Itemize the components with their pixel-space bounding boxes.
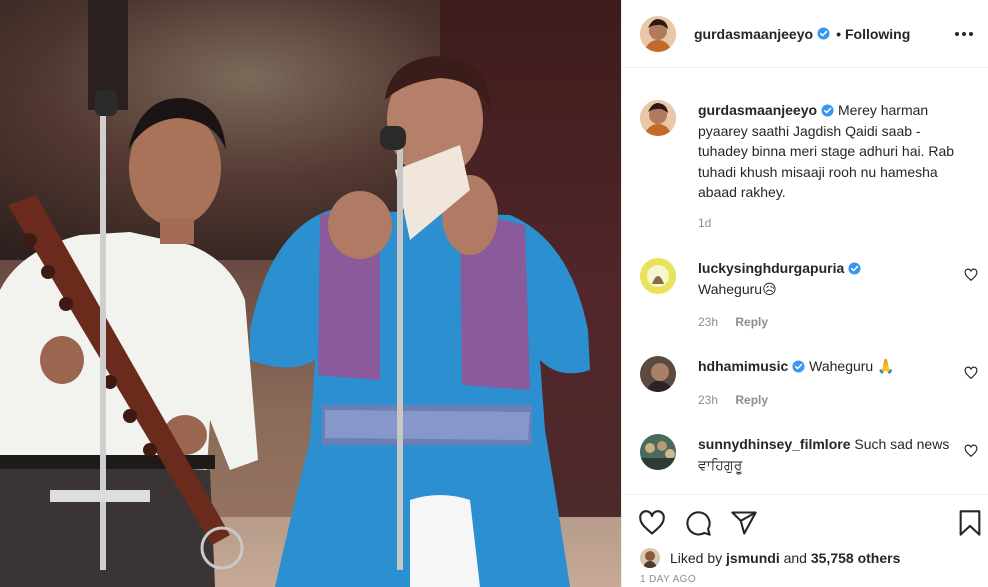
comment-text: Waheguru😥 (698, 280, 777, 297)
comment-like-heart-icon[interactable] (964, 268, 978, 282)
likes-prefix: Liked by (670, 550, 723, 566)
post-timestamp[interactable]: 1 DAY AGO (640, 574, 696, 585)
post-photo[interactable] (0, 0, 621, 587)
verified-badge-icon (792, 360, 805, 373)
instagram-post: gurdasmaanjeeyo • Following gurdasmaanje… (0, 0, 988, 587)
comment-username[interactable]: hdhamimusic (698, 358, 788, 374)
following-button[interactable]: Following (845, 26, 910, 42)
comment-avatar-image (640, 356, 676, 392)
comment-meta: 23h Reply (698, 315, 768, 329)
post-header: gurdasmaanjeeyo • Following (622, 0, 988, 68)
caption-meta: 1d (698, 216, 711, 230)
comment-body: luckysinghdurgapuria Waheguru😥 (698, 258, 958, 299)
paper-plane-icon[interactable] (730, 509, 758, 537)
likes-summary: Liked by jsmundi and 35,758 others (640, 548, 900, 568)
comment-avatar[interactable] (640, 434, 676, 470)
photo-illustration (0, 0, 590, 587)
comment-age[interactable]: 23h (698, 315, 718, 329)
comment-body: sunnydhinsey_filmlore Such sad news ਵਾਹਿ… (698, 434, 958, 475)
caption-username[interactable]: gurdasmaanjeeyo (698, 102, 817, 118)
comment-item: hdhamimusic Waheguru 🙏 23h Reply (640, 356, 980, 426)
comment-bubble-icon[interactable] (684, 509, 712, 537)
comment-avatar[interactable] (640, 356, 676, 392)
likes-middle: and (783, 550, 807, 566)
more-options-button[interactable] (952, 22, 976, 46)
comment-item: luckysinghdurgapuria Waheguru😥 23h Reply (640, 258, 980, 338)
comments-list[interactable]: gurdasmaanjeeyo Merey harman pyaarey saa… (622, 76, 988, 496)
author-username[interactable]: gurdasmaanjeeyo (694, 26, 813, 42)
comment-body: hdhamimusic Waheguru 🙏 (698, 356, 958, 377)
more-options-icon (955, 32, 973, 36)
comment-like-heart-icon[interactable] (964, 444, 978, 458)
author-avatar[interactable] (640, 15, 676, 52)
verified-badge-icon (821, 104, 834, 117)
caption-author-avatar[interactable] (640, 100, 676, 136)
header-separator-dot: • (836, 25, 841, 42)
comment-item: sunnydhinsey_filmlore Such sad news ਵਾਹਿ… (640, 434, 980, 494)
liker-avatar[interactable] (640, 548, 660, 568)
post-actions: Liked by jsmundi and 35,758 others 1 DAY… (622, 494, 988, 587)
first-liker-link[interactable]: jsmundi (726, 550, 780, 566)
heart-icon[interactable] (638, 509, 666, 537)
caption-avatar-image (640, 100, 676, 136)
liker-avatar-image (640, 548, 660, 568)
comment-meta: 23h Reply (698, 393, 768, 407)
comment-like-heart-icon[interactable] (964, 366, 978, 380)
caption-age[interactable]: 1d (698, 216, 711, 230)
reply-button[interactable]: Reply (735, 315, 768, 329)
caption-body: gurdasmaanjeeyo Merey harman pyaarey saa… (698, 100, 958, 203)
comment-age[interactable]: 23h (698, 393, 718, 407)
comment-username[interactable]: luckysinghdurgapuria (698, 260, 844, 276)
comment-username[interactable]: sunnydhinsey_filmlore (698, 436, 850, 452)
verified-badge-icon (848, 262, 861, 275)
verified-badge-icon (817, 27, 830, 40)
comment-text: Waheguru 🙏 (809, 358, 895, 374)
author-avatar-image (640, 15, 676, 52)
comment-avatar[interactable] (640, 258, 676, 294)
post-sidebar: gurdasmaanjeeyo • Following gurdasmaanje… (621, 0, 988, 587)
comment-avatar-image (640, 258, 676, 294)
caption-comment: gurdasmaanjeeyo Merey harman pyaarey saa… (640, 100, 980, 260)
comment-avatar-image (640, 434, 676, 470)
bookmark-icon[interactable] (956, 509, 984, 537)
likes-count-link[interactable]: 35,758 others (811, 550, 901, 566)
reply-button[interactable]: Reply (735, 393, 768, 407)
